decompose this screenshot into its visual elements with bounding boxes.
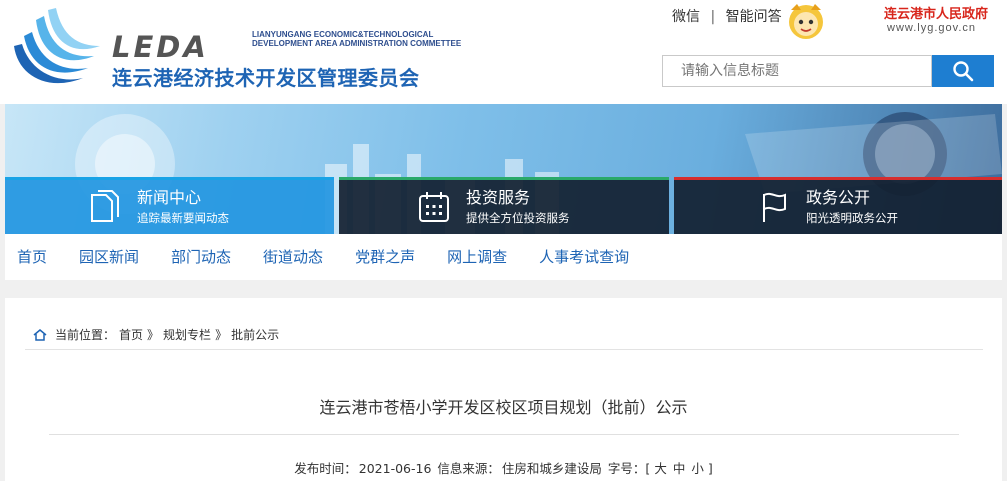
breadcrumb-label: 当前位置： [55,328,116,342]
nav-exam-query[interactable]: 人事考试查询 [527,234,641,280]
fontsize-medium-button[interactable]: 中 [673,461,686,476]
logo-english-line2: DEVELOPMENT AREA ADMINISTRATION COMMETTE… [252,39,462,48]
service-title: 政务公开 [806,188,871,207]
nav-online-survey[interactable]: 网上调查 [435,234,519,280]
article-container: 当前位置： 首页 》 规划专栏 》 批前公示 连云港市苍梧小学开发区校区项目规划… [5,298,1002,481]
fontsize-large-button[interactable]: 大 [654,461,667,476]
search-button[interactable] [932,55,994,87]
fontsize-label: 字号：[ [607,461,651,476]
title-divider [49,434,959,435]
logo-english-name: LIANYUNGANG ECONOMIC&TECHNOLOGICAL DEVEL… [252,30,461,48]
service-news-center[interactable]: 新闻中心 追踪最新要闻动态 [5,177,334,234]
document-icon [91,190,119,222]
breadcrumb-separator: 》 [215,328,228,342]
main-nav: 首页 园区新闻 部门动态 街道动态 党群之声 网上调查 人事考试查询 [5,234,1002,280]
flag-icon [763,192,786,222]
service-subtitle: 阳光透明政务公开 [806,211,898,225]
fontsize-end: ] [707,461,713,476]
breadcrumb-current[interactable]: 批前公示 [231,326,279,343]
search-input[interactable] [662,55,932,87]
service-subtitle: 追踪最新要闻动态 [137,211,229,225]
article-meta: 发布时间： 2021-06-16 信息来源： 住房和城乡建设局 字号：[大中小] [5,458,1002,477]
leda-logo-icon[interactable] [8,6,108,92]
article-title: 连云港市苍梧小学开发区校区项目规划（批前）公示 [319,398,688,417]
breadcrumb-planning[interactable]: 规划专栏 [163,326,211,343]
city-government-link[interactable]: 连云港市人民政府 [884,3,988,22]
smart-qa-link[interactable]: 智能问答 [726,9,782,25]
wechat-link[interactable]: 微信 [672,9,700,25]
search-icon [953,61,974,82]
publish-label: 发布时间： [294,461,357,476]
source-value: 住房和城乡建设局 [501,461,602,476]
service-government-affairs[interactable]: 政务公开 阳光透明政务公开 [674,177,1002,234]
calendar-icon [419,192,449,222]
breadcrumb-home[interactable]: 首页 [119,326,143,343]
fontsize-small-button[interactable]: 小 [691,461,704,476]
site-header: LEDA LIANYUNGANG ECONOMIC&TECHNOLOGICAL … [0,0,1007,104]
logo-wordmark: LEDA [112,30,209,64]
service-title: 投资服务 [466,188,531,207]
nav-home[interactable]: 首页 [5,234,59,280]
source-label: 信息来源： [437,461,500,476]
nav-party-voice[interactable]: 党群之声 [343,234,427,280]
city-government-url[interactable]: www.lyg.gov.cn [887,22,976,34]
publish-date: 2021-06-16 [358,461,432,476]
logo-english-line1: LIANYUNGANG ECONOMIC&TECHNOLOGICAL [252,30,434,39]
home-icon [33,328,47,341]
nav-park-news[interactable]: 园区新闻 [67,234,151,280]
service-subtitle: 提供全方位投资服务 [466,211,570,225]
service-title: 新闻中心 [137,188,202,207]
service-investment[interactable]: 投资服务 提供全方位投资服务 [339,177,669,234]
nav-street-news[interactable]: 街道动态 [251,234,335,280]
nav-department-news[interactable]: 部门动态 [159,234,243,280]
logo-chinese-name: 连云港经济技术开发区管理委员会 [112,66,420,90]
breadcrumb-separator: 》 [147,328,160,342]
top-link-separator: | [710,9,716,25]
mascot-icon[interactable] [781,0,831,40]
breadcrumb: 当前位置： 首页 》 规划专栏 》 批前公示 [25,320,983,350]
